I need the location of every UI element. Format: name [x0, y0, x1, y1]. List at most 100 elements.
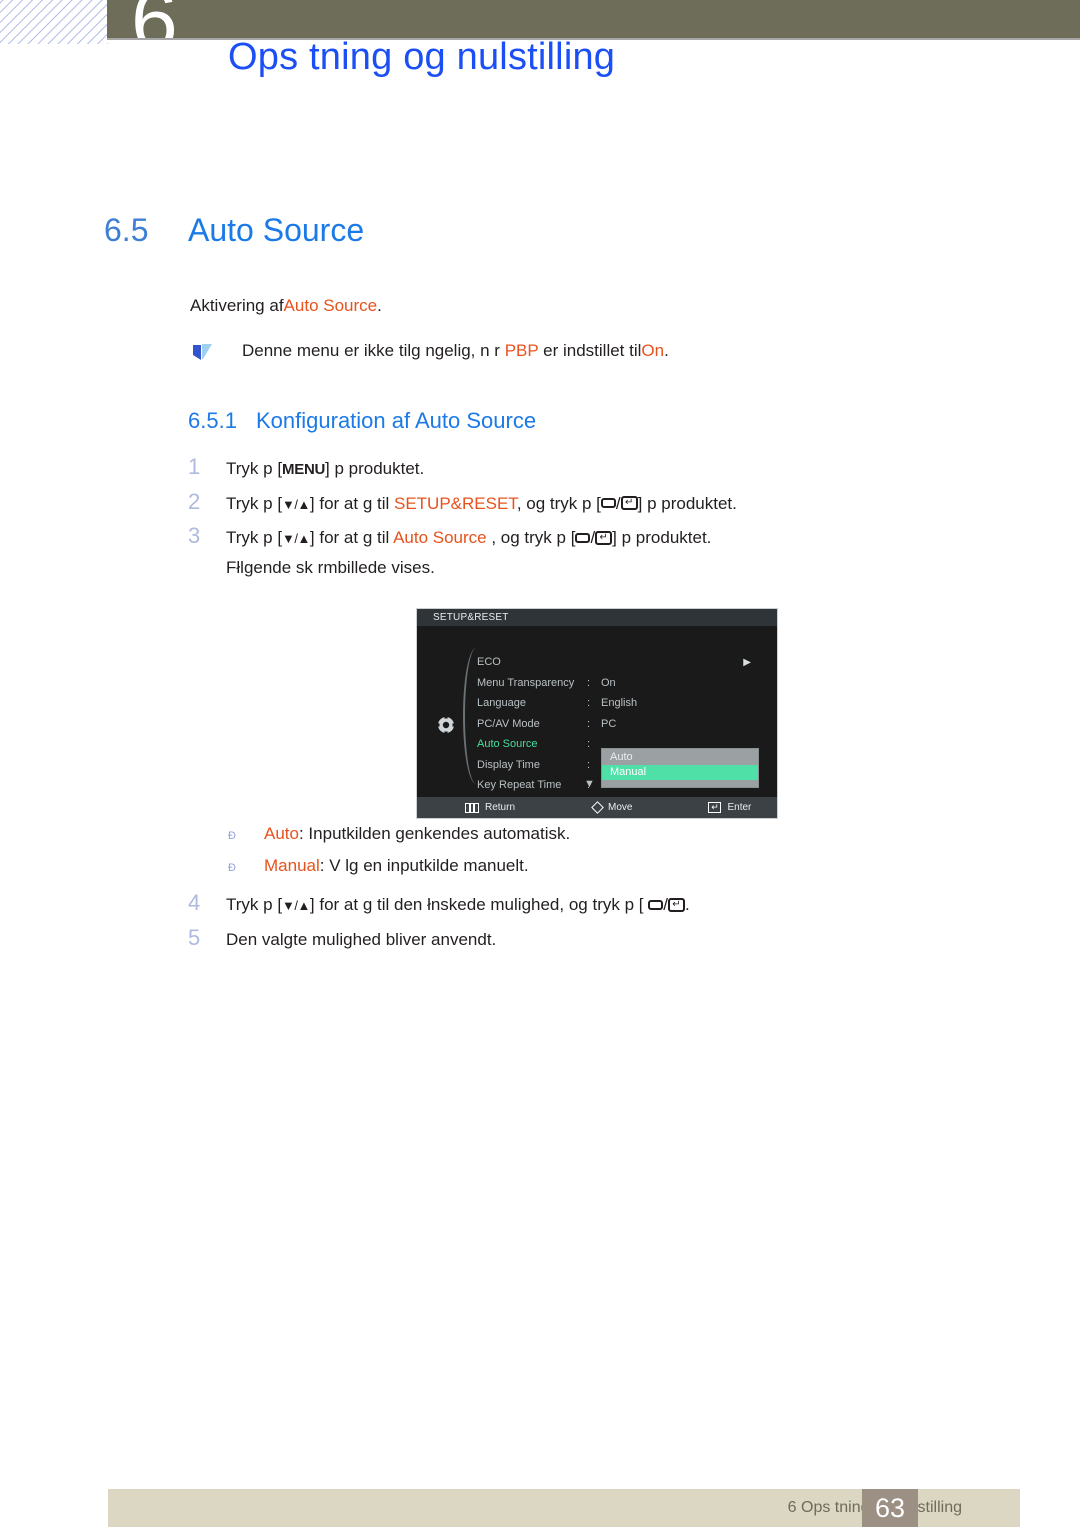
step-text: ] p produktet.: [612, 528, 712, 548]
osd-screenshot: SETUP&RESET ECO ▶ Menu Transparency: On Lang…: [416, 608, 778, 819]
step-body: Tryk p [▼/▲] for at g til Auto Source , …: [226, 526, 711, 551]
step-body: Den valgte mulighed bliver anvendt.: [226, 928, 496, 953]
step-text: Tryk p [: [226, 895, 283, 914]
decorative-corner-hatch: [0, 0, 108, 44]
osd-enter-label: Enter: [727, 802, 752, 813]
bullet-accent-term: Manual: [264, 856, 320, 875]
step-text: ] for at g til den łnskede mulighed, og …: [309, 895, 649, 914]
osd-row-label: ECO: [477, 656, 501, 669]
step-body: Tryk p [▼/▲] for at g til den łnskede mu…: [226, 893, 690, 918]
list-item: Đ Auto: Inputkilden genkendes automatisk.: [228, 824, 928, 844]
step-number: 1: [188, 454, 201, 479]
osd-row-label: Auto Source: [477, 738, 538, 751]
step-text: ] for at g til: [309, 493, 394, 513]
osd-row-value: On: [601, 676, 616, 689]
step-text: .: [684, 895, 690, 914]
steps-list-secondary: 4 Tryk p [▼/▲] for at g til den łnskede m…: [188, 892, 988, 961]
gear-icon: [435, 714, 457, 736]
osd-row-value: PC: [601, 717, 617, 730]
steps-list-primary: 1 Tryk p [MENU] p produktet. 2 Tryk p [▼/▲]…: [188, 456, 988, 587]
osd-footer-bar: Return Move ↵ Enter: [417, 797, 777, 818]
step-text: Tryk p [: [226, 493, 283, 513]
note-text-after: .: [664, 341, 669, 360]
osd-return-label: Return: [485, 802, 516, 813]
osd-move-label: Move: [608, 802, 633, 813]
intro-suffix: .: [377, 296, 382, 315]
section-title: Auto Source: [188, 212, 365, 248]
enter-key-icon: ↵: [595, 530, 613, 545]
note-text-before: Denne menu er ikke tilg ngelig, n r: [242, 341, 505, 360]
osd-row-label: Key Repeat Time: [477, 779, 562, 792]
section-number: 6.5: [104, 212, 149, 248]
step-item: 1 Tryk p [MENU] p produktet.: [188, 456, 988, 482]
osd-row-value: English: [601, 697, 638, 710]
step-text: ] p produktet.: [637, 493, 737, 513]
osd-row-colon: :: [587, 697, 591, 710]
page-title: 6.5 Auto Source: [104, 212, 904, 249]
step-text: , og tryk p [: [516, 493, 601, 513]
note-pencil-icon: [190, 342, 216, 364]
intro-paragraph: Aktivering afAuto Source.: [190, 296, 382, 316]
arrow-keys-glyph: ▼/▲: [282, 531, 310, 547]
osd-dropdown-popup[interactable]: Auto Manual: [601, 748, 759, 788]
bullet-marker: Đ: [228, 830, 236, 842]
step-item: 5 Den valgte mulighed bliver anvendt.: [188, 924, 988, 953]
intro-prefix: Aktivering af: [190, 296, 284, 315]
osd-row-label: Display Time: [477, 758, 540, 771]
osd-row-colon: :: [587, 758, 591, 771]
step-number: 2: [188, 488, 201, 514]
step-item: 2 Tryk p [▼/▲] for at g til SETUP&RESET, …: [188, 488, 988, 517]
osd-menu-row[interactable]: Menu Transparency: On: [477, 673, 777, 694]
source-key-icon: [600, 498, 616, 509]
note-callout: Denne menu er ikke tilg ngelig, n r PBP …: [190, 341, 669, 364]
step-text: ] for at g til: [309, 528, 394, 548]
enter-icon: ↵: [708, 802, 722, 813]
list-item: Đ Manual: V lg en inputkilde manuelt.: [228, 856, 928, 876]
step-number: 3: [188, 523, 201, 549]
step-text: Den valgte mulighed bliver anvendt.: [226, 929, 497, 949]
osd-row-colon: :: [587, 738, 591, 751]
osd-scroll-down-arrow[interactable]: ▼: [584, 778, 595, 790]
source-key-icon: [648, 899, 664, 910]
step-text: , og tryk p [: [486, 528, 576, 548]
note-text: Denne menu er ikke tilg ngelig, n r PBP …: [242, 341, 669, 361]
note-text-middle: er indstillet til: [538, 341, 642, 360]
step-text: /: [615, 493, 621, 513]
return-icon: [465, 802, 479, 813]
enter-key-icon: ↵: [667, 897, 685, 912]
osd-menu-row[interactable]: Language: English: [477, 693, 777, 714]
osd-popup-option[interactable]: Auto: [602, 750, 758, 765]
osd-title: SETUP&RESET: [417, 609, 777, 626]
step-item: 3 Tryk p [▼/▲] for at g til Auto Source ,…: [188, 525, 988, 551]
step-body: Tryk p [MENU] p produktet.: [226, 457, 424, 482]
bullet-text: Manual: V lg en inputkilde manuelt.: [264, 856, 529, 876]
bullet-accent-term: Auto: [264, 824, 299, 843]
osd-menu-row[interactable]: ECO ▶: [477, 652, 777, 673]
osd-row-colon: :: [587, 717, 591, 730]
osd-return-button[interactable]: Return: [465, 802, 515, 813]
chapter-digit: 6: [131, 0, 178, 38]
accent-term: SETUP&RESET: [394, 493, 517, 513]
osd-enter-button[interactable]: ↵ Enter: [708, 802, 751, 813]
step-subtext: Fłlgende sk rmbillede vises.: [226, 557, 435, 577]
arrow-keys-glyph: ▼/▲: [282, 898, 310, 913]
osd-popup-option[interactable]: Manual: [602, 765, 758, 780]
osd-menu-row[interactable]: PC/AV Mode: PC: [477, 714, 777, 735]
note-accent-pbp: PBP: [504, 341, 539, 360]
source-key-icon: [575, 532, 591, 543]
intro-accent: Auto Source: [283, 296, 378, 315]
bullet-description: : Inputkilden genkendes automatisk.: [298, 824, 571, 843]
menu-key-glyph: MENU: [282, 461, 326, 478]
option-bullet-list: Đ Auto: Inputkilden genkendes automatisk.…: [228, 824, 928, 888]
osd-move-button[interactable]: Move: [591, 801, 633, 814]
step-number: 5: [188, 924, 201, 950]
osd-row-label: Menu Transparency: [477, 676, 575, 689]
note-accent-on: On: [641, 341, 665, 360]
step-body: Tryk p [▼/▲] for at g til SETUP&RESET, o…: [226, 492, 737, 517]
chevron-right-icon[interactable]: ▶: [743, 657, 751, 668]
move-diamond-icon: [591, 801, 604, 814]
running-head: Ops tning og nulstilling: [228, 36, 616, 78]
subsection-title: Konfiguration af Auto Source: [256, 408, 537, 433]
subsection-number: 6.5.1: [188, 408, 237, 433]
footer-page-number: 63: [862, 1489, 918, 1527]
